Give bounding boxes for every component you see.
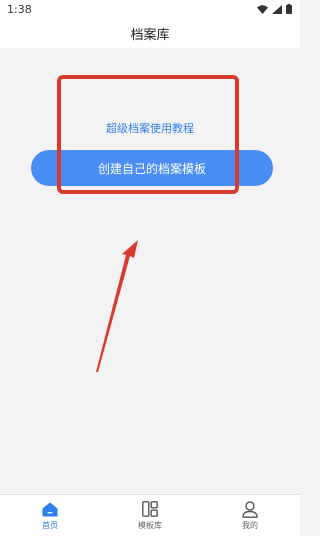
status-bar: 1:38 (0, 0, 300, 18)
nav-item-home[interactable]: 首页 (0, 500, 100, 531)
template-library-icon (142, 500, 158, 518)
bottom-nav: 首页 模板库 我的 (0, 494, 300, 536)
nav-item-label: 首页 (42, 521, 58, 530)
status-icons (257, 4, 292, 14)
nav-item-template-library[interactable]: 模板库 (100, 500, 200, 531)
battery-icon (286, 4, 292, 14)
nav-item-label: 模板库 (138, 521, 162, 530)
wifi-icon (257, 4, 268, 14)
annotation-arrow (96, 240, 138, 372)
home-icon (42, 500, 58, 518)
page-title: 档案库 (130, 27, 170, 43)
home-content: 超级档案使用教程 创建自己的档案模板 (0, 48, 300, 494)
nav-item-profile[interactable]: 我的 (200, 500, 300, 531)
status-time: 1:38 (7, 2, 32, 16)
profile-icon (242, 500, 258, 518)
nav-item-label: 我的 (242, 521, 258, 530)
signal-icon (272, 4, 282, 14)
app-header: 档案库 (0, 18, 300, 48)
